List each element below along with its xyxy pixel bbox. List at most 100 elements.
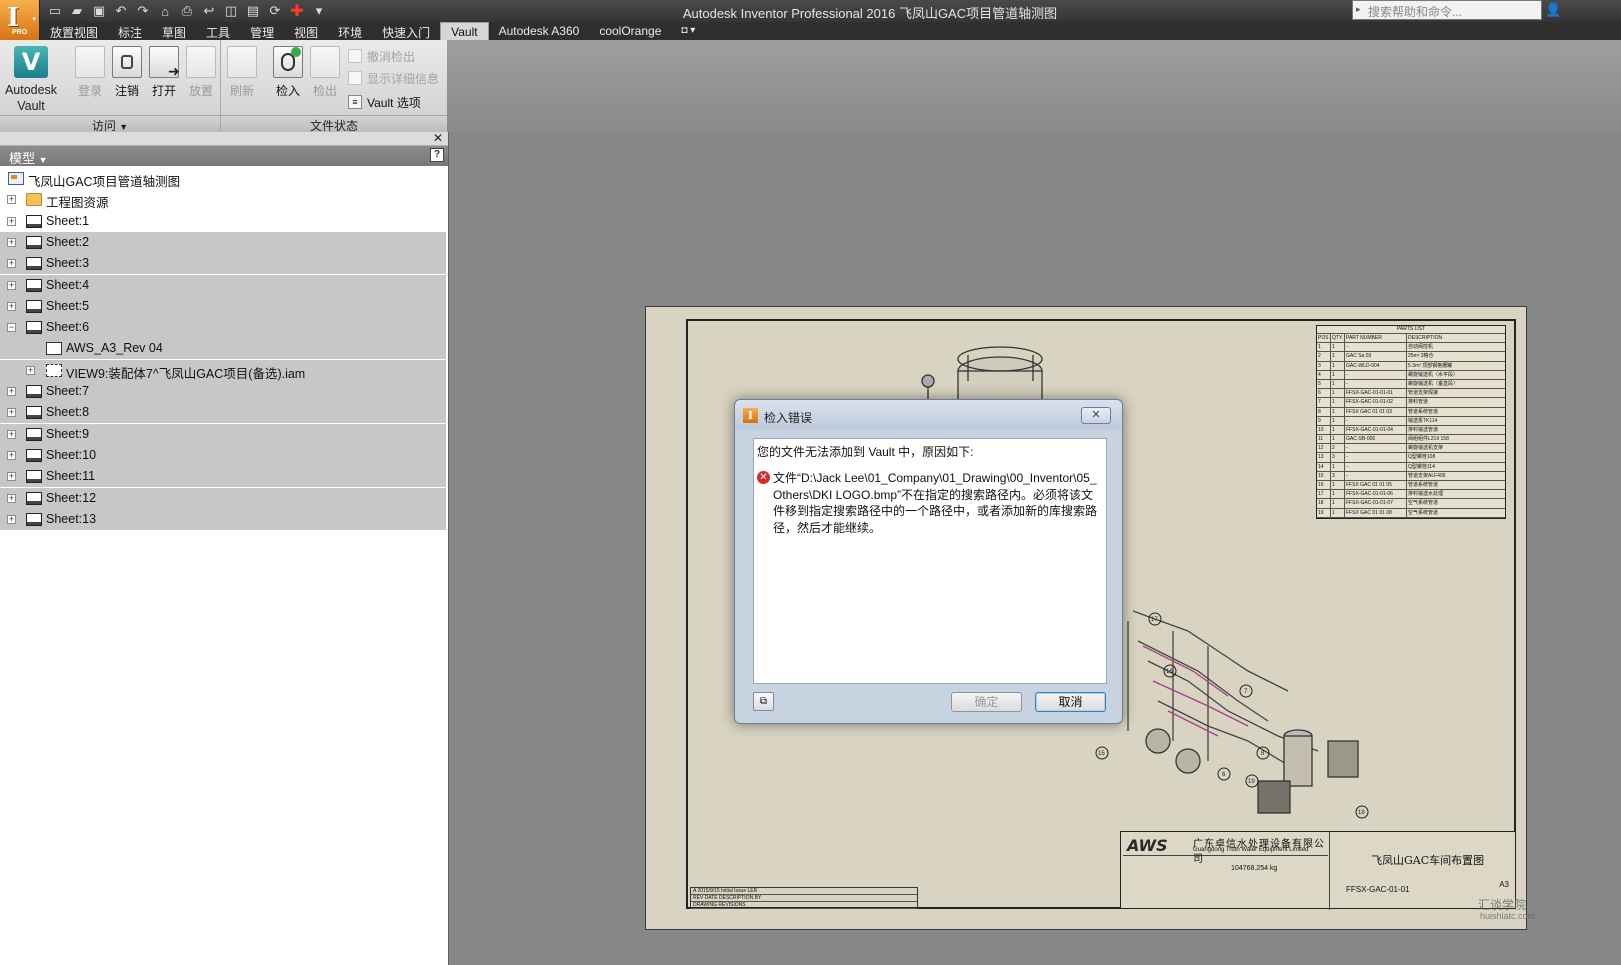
expand-icon[interactable]: + xyxy=(26,365,35,375)
tab-autodesk-a360[interactable]: Autodesk A360 xyxy=(489,22,590,40)
balloon-label: 8 xyxy=(1261,751,1265,757)
customize-qat-icon[interactable]: ▾ xyxy=(310,2,328,20)
tab-sketch[interactable]: 草图 xyxy=(152,22,196,40)
tree-item-label: 工程图资源 xyxy=(46,196,109,211)
open-folder-icon[interactable]: ▰ xyxy=(68,2,86,20)
parts-list-cell: Q型螺栓114 xyxy=(1408,463,1435,470)
tree-item[interactable]: + Sheet:8 xyxy=(0,402,446,424)
tree-item[interactable]: + Sheet:11 xyxy=(0,466,446,488)
tree-item[interactable]: − Sheet:6 xyxy=(0,317,446,339)
tree-item-label: Sheet:10 xyxy=(46,447,97,462)
tab-view[interactable]: 视图 xyxy=(284,22,328,40)
properties-icon[interactable]: ▤ xyxy=(244,2,262,20)
tab-annotate[interactable]: 标注 xyxy=(108,22,152,40)
tree-item[interactable]: + Sheet:5 xyxy=(0,295,446,317)
tree-item[interactable]: AWS_A3_Rev 04 xyxy=(0,338,446,360)
tab-place-views[interactable]: 放置视图 xyxy=(40,22,108,40)
tree-item[interactable]: + Sheet:3 xyxy=(0,253,446,275)
check-in-button[interactable]: 检入 xyxy=(269,46,307,99)
tree-item[interactable]: + VIEW9:装配体7^飞凤山GAC项目(备选).iam xyxy=(0,359,446,381)
parts-list-row: 14 1- Q型螺栓114 xyxy=(1317,462,1505,472)
parts-list-cell: - xyxy=(1345,462,1407,471)
tree-item[interactable]: + 工程图资源 xyxy=(0,189,446,210)
close-icon[interactable]: ✕ xyxy=(433,131,443,145)
balloon-label: 15 xyxy=(1098,751,1105,757)
tab-tools[interactable]: 工具 xyxy=(196,22,240,40)
parts-list-cell: 输送泵TK114 xyxy=(1408,417,1438,424)
home-icon[interactable]: ⌂ xyxy=(156,2,174,20)
application-menu-button[interactable]: I ▾ PRO xyxy=(0,0,40,40)
parts-list-cell: 排料管道 xyxy=(1408,399,1429,406)
place-button[interactable]: 放置 xyxy=(182,46,220,99)
add-icon[interactable]: ✚ xyxy=(288,2,306,20)
parts-list-row: 2 1 GAC Sa 03 25m³ 3格仓 xyxy=(1317,352,1505,362)
tree-item[interactable]: + Sheet:9 xyxy=(0,423,446,445)
tree-item[interactable]: + Sheet:12 xyxy=(0,487,446,509)
refresh-button[interactable]: 刷新 xyxy=(223,46,261,99)
sign-in-icon[interactable]: 👤 xyxy=(1545,2,1563,20)
return-icon[interactable]: ↩ xyxy=(200,2,218,20)
parts-list-row: 16 1 FFSX GAC 01 01 05 管道系统管道 xyxy=(1317,481,1505,491)
check-out-icon xyxy=(310,46,340,78)
dialog-close-button[interactable]: ✕ xyxy=(1081,407,1111,424)
project-icon[interactable]: ◫ xyxy=(222,2,240,20)
open-button[interactable]: ➜ 打开 xyxy=(145,46,183,99)
parts-list-cell: FFSX-GAC-01-01-01 xyxy=(1345,389,1407,398)
check-out-button[interactable]: 检出 xyxy=(306,46,344,99)
tree-item[interactable]: 飞凤山GAC项目管道轴测图 xyxy=(0,168,446,189)
expand-icon[interactable]: + xyxy=(7,216,16,226)
parts-list-cell: 1 xyxy=(1331,508,1345,517)
new-file-icon[interactable]: ▭ xyxy=(46,2,64,20)
undo-check-out-button[interactable]: 撤消检出 xyxy=(348,47,415,65)
copy-to-clipboard-button[interactable]: ⧉ xyxy=(753,692,774,711)
help-search-input[interactable]: ▸ 搜索帮助和命令... xyxy=(1352,0,1542,20)
expand-icon[interactable]: + xyxy=(7,301,16,311)
tab-get-started[interactable]: 快速入门 xyxy=(372,22,440,40)
parts-list-cell: 空气系统管道 xyxy=(1408,500,1439,507)
tab-coolorange[interactable]: coolOrange xyxy=(589,22,671,40)
parts-list-cell: 1 xyxy=(1331,499,1345,508)
save-icon[interactable]: ▣ xyxy=(90,2,108,20)
browser-header[interactable]: 模型 ▼ ? xyxy=(0,146,448,166)
logout-button[interactable]: 注销 xyxy=(108,46,146,99)
expand-icon[interactable]: + xyxy=(7,259,16,269)
expand-icon[interactable]: + xyxy=(7,237,16,247)
autodesk-vault-button[interactable]: V Autodesk Vault xyxy=(0,40,62,114)
tree-item[interactable]: + Sheet:13 xyxy=(0,508,446,530)
expand-icon[interactable]: + xyxy=(7,514,16,524)
show-details-button[interactable]: 显示详细信息 xyxy=(348,69,439,87)
expand-icon[interactable]: + xyxy=(7,387,16,396)
expand-icon[interactable]: + xyxy=(7,429,16,439)
expand-icon[interactable]: + xyxy=(7,195,16,205)
tab-vault[interactable]: Vault xyxy=(440,22,489,40)
vault-options-button[interactable]: ≡ Vault 选项 xyxy=(348,93,421,111)
search-expand-icon[interactable]: ▸ xyxy=(1356,4,1361,15)
tree-item[interactable]: + Sheet:2 xyxy=(0,231,446,253)
tree-item[interactable]: + Sheet:10 xyxy=(0,444,446,466)
revision-title: DRAWING REVISIONS xyxy=(691,902,917,909)
login-button[interactable]: 登录 xyxy=(71,46,109,99)
update-icon[interactable]: ⟳ xyxy=(266,2,284,20)
expand-icon[interactable]: + xyxy=(7,472,16,482)
expand-icon[interactable]: + xyxy=(7,493,16,503)
tree-item[interactable]: + Sheet:7 xyxy=(0,381,446,402)
parts-list-cell: 1 xyxy=(1331,398,1345,407)
print-icon[interactable]: ⎙ xyxy=(178,2,196,20)
expand-icon[interactable]: + xyxy=(7,280,16,290)
tab-environments[interactable]: 环境 xyxy=(328,22,372,40)
tree-item[interactable]: + Sheet:1 xyxy=(0,211,446,232)
redo-icon[interactable]: ↷ xyxy=(134,2,152,20)
access-group-label[interactable]: 访问 ▼ xyxy=(0,115,220,133)
tree-item[interactable]: + Sheet:4 xyxy=(0,274,446,296)
undo-icon[interactable]: ↶ xyxy=(112,2,130,20)
expand-icon[interactable]: + xyxy=(7,450,16,460)
dialog-title-bar[interactable]: I 检入错误 ✕ xyxy=(735,400,1122,430)
ribbon-display-toggle[interactable]: ◘ ▾ xyxy=(671,22,705,40)
help-icon[interactable]: ? xyxy=(430,148,444,162)
collapse-icon[interactable]: − xyxy=(7,323,16,333)
cancel-button[interactable]: 取消 xyxy=(1035,692,1106,712)
ok-button[interactable]: 确定 xyxy=(951,692,1022,712)
expand-icon[interactable]: + xyxy=(7,408,16,418)
parts-list-cell: - xyxy=(1345,416,1407,425)
tab-manage[interactable]: 管理 xyxy=(240,22,284,40)
